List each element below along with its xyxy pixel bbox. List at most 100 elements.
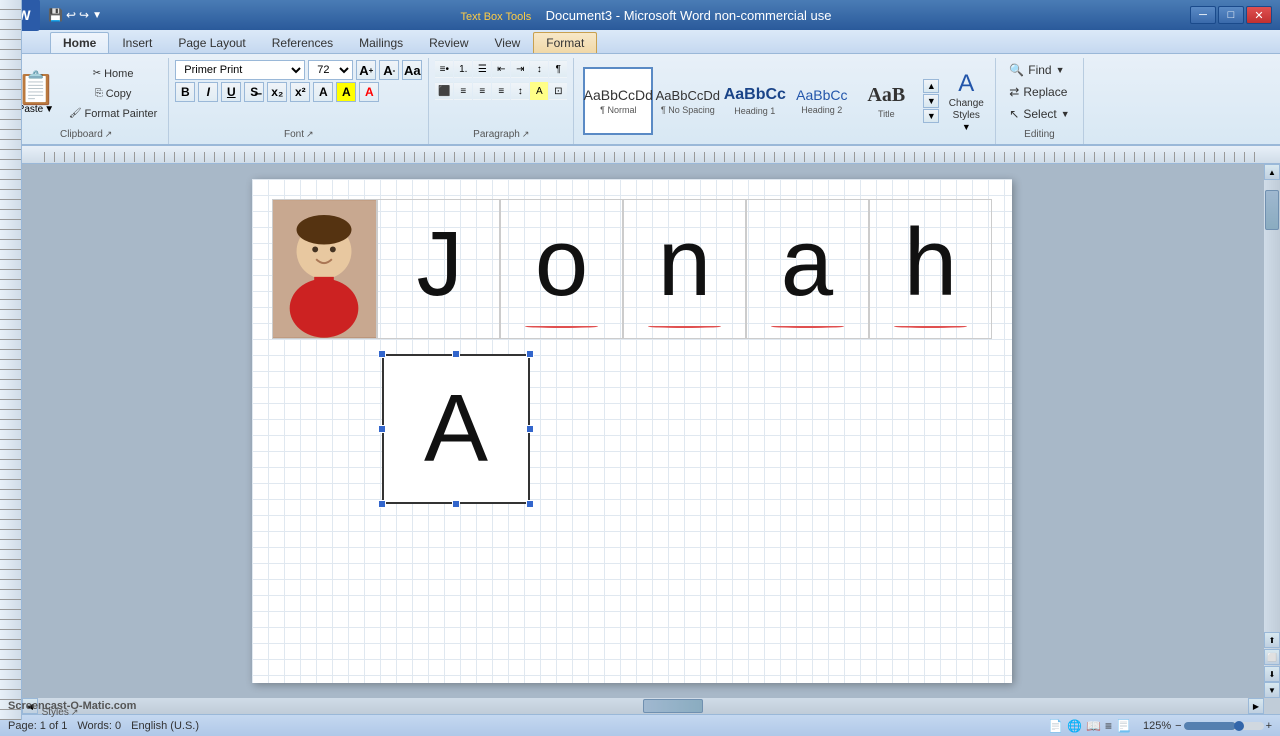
horizontal-scrollbar[interactable]: ◀ ▶ (22, 698, 1264, 714)
cut-button[interactable]: ✂ Home (64, 65, 162, 83)
copy-button[interactable]: ⎘ Copy (64, 85, 162, 103)
selected-textbox[interactable]: A (382, 354, 530, 504)
find-dropdown[interactable]: ▼ (1056, 65, 1065, 75)
style-normal[interactable]: AaBbCcDd ¶ Normal (583, 67, 653, 135)
close-button[interactable]: ✕ (1246, 6, 1272, 24)
select-dropdown[interactable]: ▼ (1061, 109, 1070, 119)
view-draft-button[interactable]: 📃 (1116, 719, 1131, 733)
page-container[interactable]: J o n a h (0, 164, 1264, 698)
scroll-up-button[interactable]: ▲ (1264, 164, 1280, 180)
font-group-content: Primer Print 72 A+ A- Aa B I U S̶ x₂ x² … (175, 60, 422, 127)
multilevel-list-button[interactable]: ☰ (473, 60, 491, 78)
find-button[interactable]: 🔍 Find ▼ (1002, 60, 1071, 80)
handle-top-left[interactable] (378, 350, 386, 358)
handle-top-middle[interactable] (452, 350, 460, 358)
scroll-next-button[interactable]: ⬇ (1264, 666, 1280, 682)
tab-page-layout[interactable]: Page Layout (165, 32, 258, 53)
format-painter-button[interactable]: 🖌 Format Painter (64, 105, 162, 123)
borders-button[interactable]: ⊡ (549, 82, 567, 100)
styles-scroll-down[interactable]: ▼ (923, 94, 939, 108)
quick-save[interactable]: 💾 (48, 8, 63, 22)
view-reading-button[interactable]: 📖 (1086, 719, 1101, 733)
page-content: J o n a h (272, 199, 992, 504)
align-left-button[interactable]: ⬛ (435, 82, 453, 100)
strikethrough-button[interactable]: S̶ (244, 82, 264, 102)
increase-indent-button[interactable]: ⇥ (511, 60, 529, 78)
scroll-prev-button[interactable]: ⬆ (1264, 632, 1280, 648)
view-outline-button[interactable]: ≡ (1105, 719, 1112, 733)
align-center-button[interactable]: ≡ (454, 82, 472, 100)
superscript-button[interactable]: x² (290, 82, 310, 102)
select-button[interactable]: ↖ Select ▼ (1002, 104, 1076, 124)
tab-mailings[interactable]: Mailings (346, 32, 416, 53)
tab-view[interactable]: View (482, 32, 534, 53)
style-h2[interactable]: AaBbCc Heading 2 (789, 67, 854, 135)
tab-insert[interactable]: Insert (109, 32, 165, 53)
minimize-button[interactable]: ─ (1190, 6, 1216, 24)
shading-button[interactable]: A (530, 82, 548, 100)
styles-scroll-up[interactable]: ▲ (923, 79, 939, 93)
show-formatting-button[interactable]: ¶ (549, 60, 567, 78)
title-bar-left: W 💾 ↩ ↪ ▼ (8, 0, 102, 31)
zoom-slider[interactable] (1184, 722, 1264, 730)
handle-top-right[interactable] (526, 350, 534, 358)
paste-dropdown[interactable]: ▼ (44, 104, 54, 115)
scroll-track-v[interactable] (1264, 180, 1280, 632)
scroll-page-button[interactable]: ⬜ (1264, 649, 1280, 665)
scroll-track-h[interactable] (38, 698, 1248, 714)
quick-undo[interactable]: ↩ (66, 8, 76, 22)
justify-button[interactable]: ≡ (492, 82, 510, 100)
align-right-button[interactable]: ≡ (473, 82, 491, 100)
paragraph-expand[interactable]: ↗ (522, 129, 530, 140)
zoom-in-button[interactable]: + (1266, 720, 1272, 732)
style-h1[interactable]: AaBbCc Heading 1 (722, 67, 787, 135)
style-title[interactable]: AaB Title (856, 67, 916, 135)
tab-format[interactable]: Format (533, 32, 597, 53)
handle-bottom-middle[interactable] (452, 500, 460, 508)
scroll-thumb-h[interactable] (643, 699, 703, 713)
bold-button[interactable]: B (175, 82, 195, 102)
tab-review[interactable]: Review (416, 32, 481, 53)
font-color-button[interactable]: A (359, 82, 379, 102)
font-expand[interactable]: ↗ (306, 129, 314, 140)
underline-button[interactable]: U (221, 82, 241, 102)
replace-button[interactable]: ⇄ Replace (1002, 82, 1074, 102)
styles-scroll-more[interactable]: ▼ (923, 109, 939, 123)
bullets-button[interactable]: ≡• (435, 60, 453, 78)
decrease-indent-button[interactable]: ⇤ (492, 60, 510, 78)
editing-content: 🔍 Find ▼ ⇄ Replace ↖ Select ▼ (1002, 60, 1076, 127)
clipboard-expand[interactable]: ↗ (105, 129, 113, 140)
subscript-button[interactable]: x₂ (267, 82, 287, 102)
handle-middle-right[interactable] (526, 425, 534, 433)
clear-format-button[interactable]: Aa (402, 60, 422, 80)
text-effects-button[interactable]: A (313, 82, 333, 102)
change-styles-dropdown[interactable]: ▼ (962, 122, 971, 132)
handle-bottom-left[interactable] (378, 500, 386, 508)
zoom-out-button[interactable]: − (1175, 720, 1181, 732)
sort-button[interactable]: ↕ (530, 60, 548, 78)
view-normal-button[interactable]: 📄 (1048, 719, 1063, 733)
scroll-thumb-v[interactable] (1265, 190, 1279, 230)
font-size-select[interactable]: 72 (308, 60, 353, 80)
numbering-button[interactable]: 1. (454, 60, 472, 78)
tab-home[interactable]: Home (50, 32, 109, 53)
scroll-down-button[interactable]: ▼ (1264, 682, 1280, 698)
letter-h-cell: h (869, 199, 992, 339)
font-name-select[interactable]: Primer Print (175, 60, 305, 80)
style-nospace[interactable]: AaBbCcDd ¶ No Spacing (655, 67, 720, 135)
view-web-button[interactable]: 🌐 (1067, 719, 1082, 733)
handle-middle-left[interactable] (378, 425, 386, 433)
maximize-button[interactable]: □ (1218, 6, 1244, 24)
grow-font-button[interactable]: A+ (356, 60, 376, 80)
change-styles-button[interactable]: A Change Styles ▼ (941, 66, 991, 136)
highlight-button[interactable]: A (336, 82, 356, 102)
quick-redo[interactable]: ↪ (79, 8, 89, 22)
handle-bottom-right[interactable] (526, 500, 534, 508)
line-spacing-button[interactable]: ↕ (511, 82, 529, 100)
shrink-font-button[interactable]: A- (379, 60, 399, 80)
italic-button[interactable]: I (198, 82, 218, 102)
zoom-thumb[interactable] (1234, 721, 1244, 731)
scroll-right-button[interactable]: ▶ (1248, 698, 1264, 714)
tab-references[interactable]: References (259, 32, 346, 53)
quick-more[interactable]: ▼ (92, 10, 102, 21)
